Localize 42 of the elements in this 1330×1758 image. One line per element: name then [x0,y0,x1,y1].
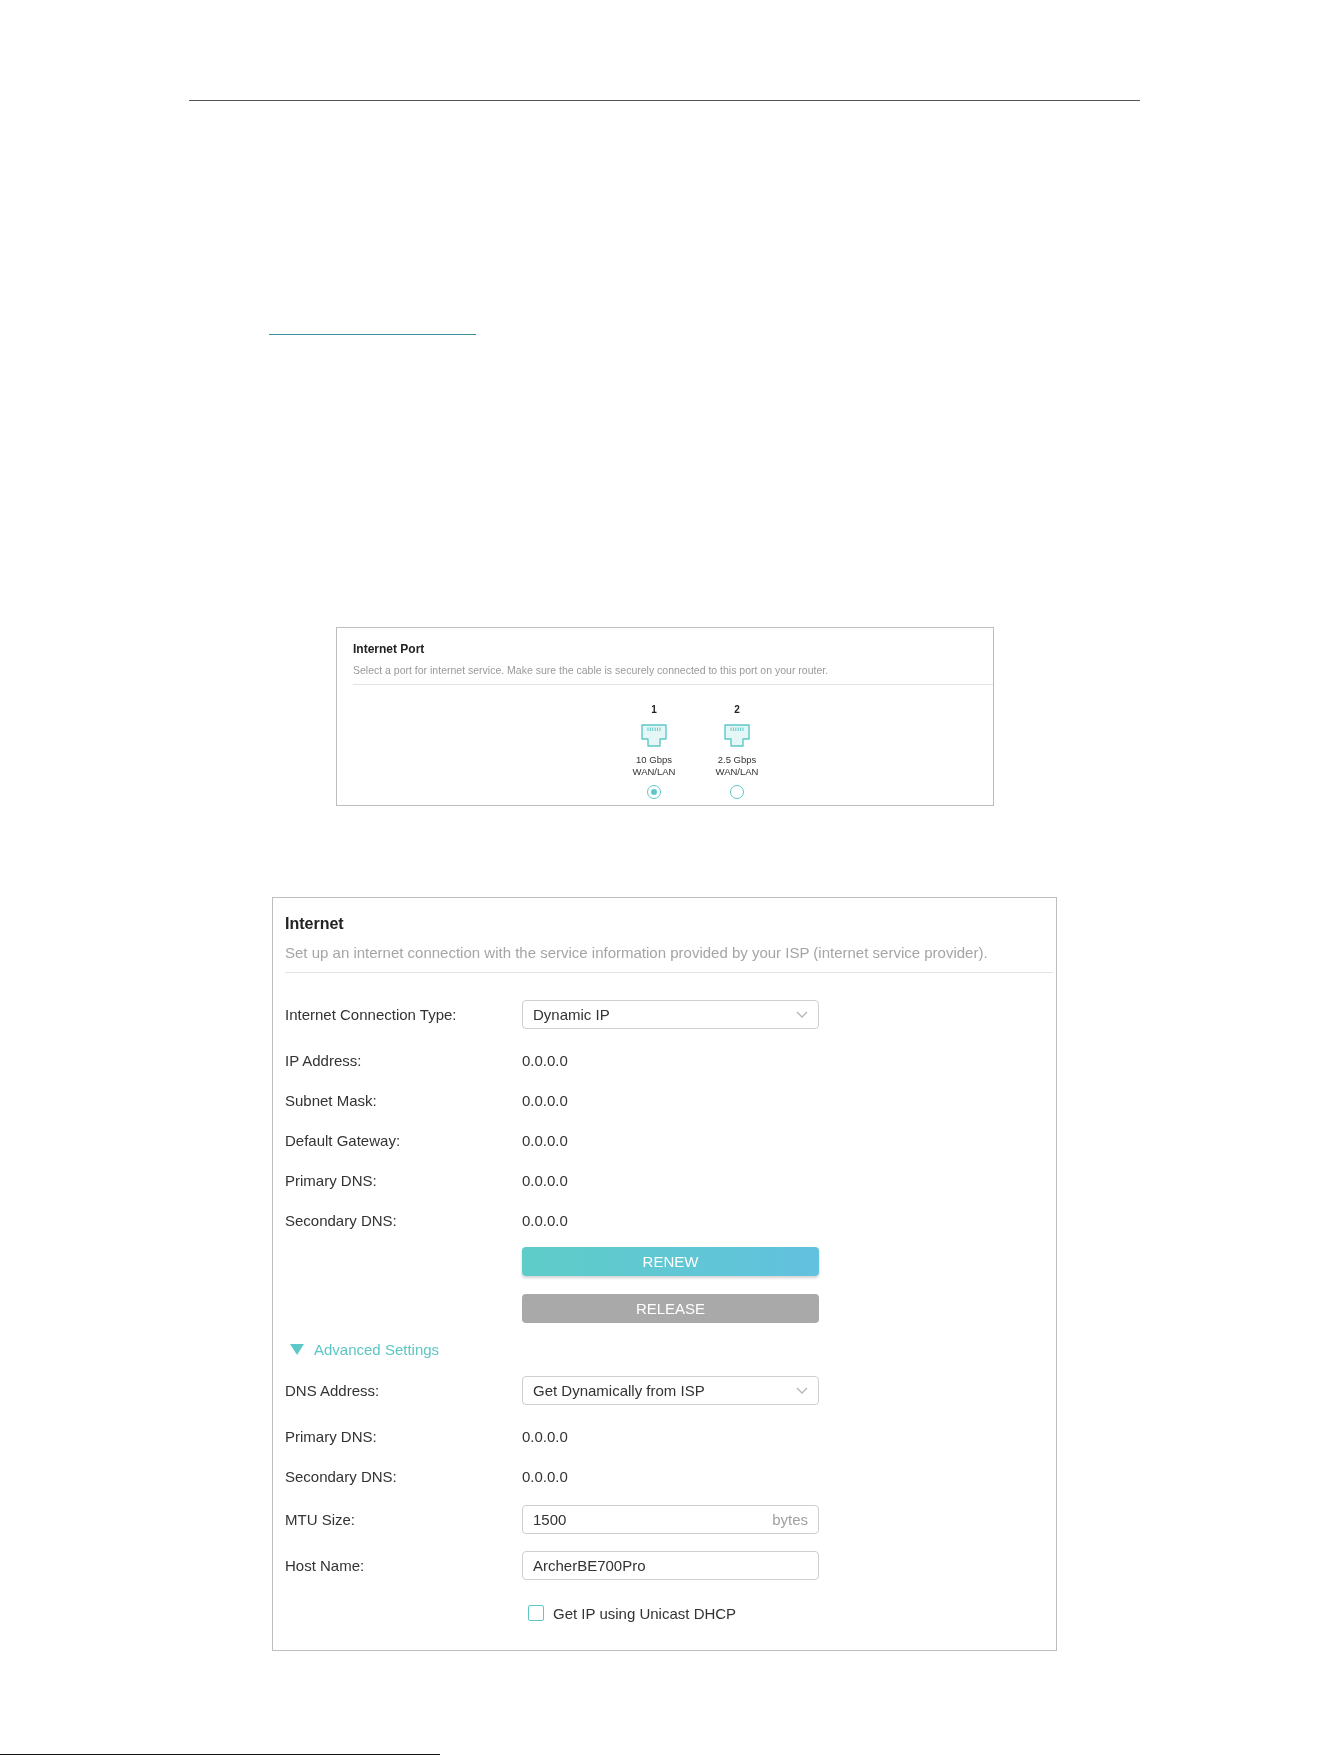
port-type: WAN/LAN [632,766,676,778]
dropdown-select[interactable]: Get Dynamically from ISP [522,1375,819,1405]
ethernet-port-icon [724,724,750,747]
triangle-down-icon [290,1343,304,1355]
field-label: Primary DNS: [285,1171,378,1189]
ethernet-port-icon [641,724,667,747]
panel-description: Set up an internet connection with the service information provided by your ISP (internet service provider). [285,943,989,963]
checkbox-label[interactable]: Get IP using Unicast DHCP [553,1604,737,1622]
field-label: Default Gateway: [285,1131,402,1149]
field-value: 0.0.0.0 [522,1131,568,1149]
field-label: Primary DNS: [285,1427,378,1445]
chevron-down-icon [796,1386,808,1394]
field-value: 0.0.0.0 [522,1091,568,1109]
radio-button[interactable] [730,785,744,799]
panel-title: Internet [285,914,345,934]
field-label: Internet Connection Type: [285,1005,458,1023]
checkbox[interactable] [528,1605,544,1621]
field-label: Subnet Mask: [285,1091,378,1109]
field-label: MTU Size: [285,1510,356,1528]
unit-suffix: bytes [772,1510,808,1528]
field-label: Secondary DNS: [285,1211,398,1229]
port-speed: 2.5 Gbps [717,754,757,766]
radio-button[interactable] [647,785,661,799]
field-value: 0.0.0.0 [522,1427,568,1445]
field-value: 0.0.0.0 [522,1171,568,1189]
panel-title: Internet Port [353,641,426,657]
field-label: Host Name: [285,1556,366,1574]
text-input[interactable]: ArcherBE700Pro [522,1550,819,1580]
dropdown-select[interactable]: Dynamic IP [522,999,819,1029]
port-number: 1 [651,703,657,717]
port-type: WAN/LAN [715,766,759,778]
chevron-down-icon [796,1010,808,1018]
field-value: 0.0.0.0 [522,1051,568,1069]
field-label: Secondary DNS: [285,1467,398,1485]
field-value: 0.0.0.0 [522,1211,568,1229]
text-input[interactable]: 1500 bytes [522,1504,819,1534]
field-value: 0.0.0.0 [522,1467,568,1485]
port-number: 2 [734,703,740,717]
port-speed: 10 Gbps [636,754,672,766]
panel-description: Select a port for internet service. Make sure the cable is securely connected to this port on your router. [353,663,830,677]
field-label: DNS Address: [285,1381,381,1399]
field-label: IP Address: [285,1051,363,1069]
